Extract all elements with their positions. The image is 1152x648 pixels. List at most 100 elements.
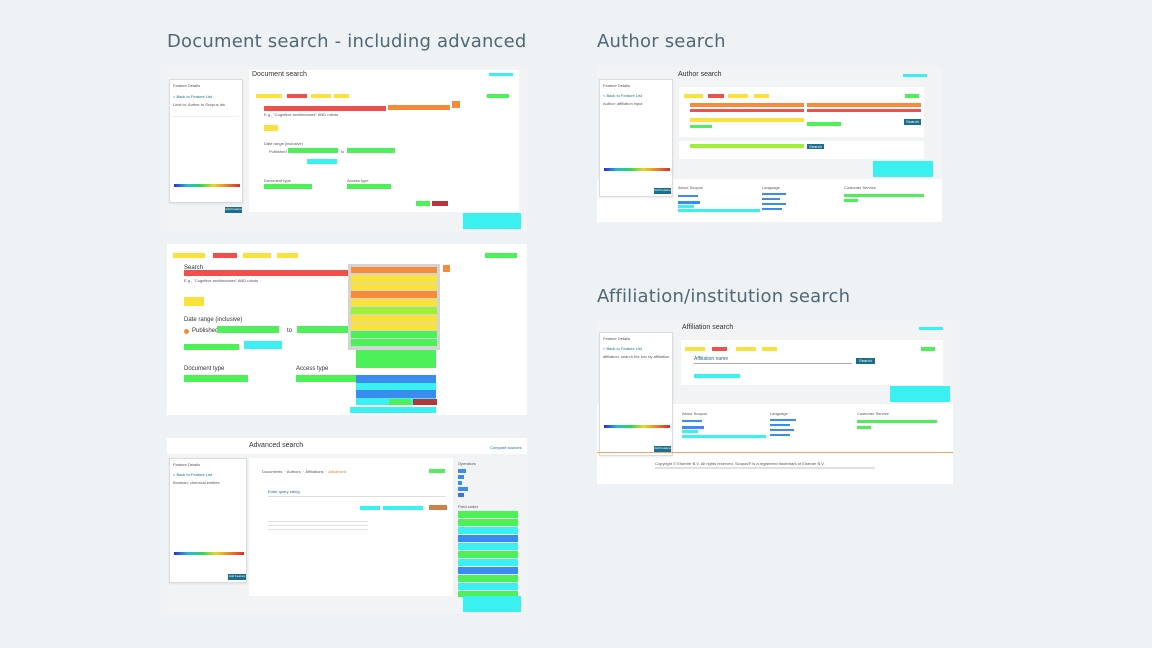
back-link-author[interactable]: < Back to Feature List bbox=[603, 93, 642, 98]
orcid-search-button[interactable]: Search bbox=[807, 144, 824, 149]
affiliation-search-heading: Affiliation/institution search bbox=[597, 286, 851, 307]
search-tips[interactable] bbox=[487, 94, 509, 98]
date-select-zoom[interactable] bbox=[244, 341, 282, 349]
back-link[interactable]: < Back to Feature List bbox=[173, 94, 212, 99]
date-from-zoom[interactable] bbox=[217, 326, 279, 333]
author-search-button[interactable]: Search bbox=[904, 119, 921, 125]
query-examples bbox=[268, 518, 368, 532]
last-name-input[interactable] bbox=[690, 103, 804, 107]
language-label-aff: Language bbox=[770, 411, 788, 416]
back-link-aff[interactable]: < Back to Feature List bbox=[603, 346, 642, 351]
document-search-title: Document search bbox=[252, 71, 307, 78]
tab-documents-aff[interactable] bbox=[685, 347, 705, 351]
outline-button[interactable] bbox=[360, 506, 380, 510]
search-tips-adv[interactable] bbox=[429, 469, 445, 473]
affiliation-input[interactable] bbox=[690, 118, 804, 122]
tab-authors-aff[interactable] bbox=[712, 347, 727, 351]
access-option-5[interactable] bbox=[350, 407, 436, 413]
feedback-badge[interactable] bbox=[463, 213, 521, 229]
adv-tab-authors[interactable]: Authors bbox=[287, 469, 301, 474]
document-search-screenshot: Feature Details < Back to Feature List L… bbox=[167, 67, 527, 232]
date-from[interactable] bbox=[288, 148, 338, 153]
adv-tab-documents[interactable]: Documents bbox=[262, 469, 282, 474]
tab-authors-author[interactable] bbox=[708, 94, 724, 98]
back-link-adv[interactable]: < Back to Feature List bbox=[173, 472, 212, 477]
compare-link-author[interactable] bbox=[903, 74, 927, 77]
add-field-author[interactable] bbox=[690, 125, 712, 128]
tab-advanced-aff[interactable] bbox=[762, 347, 777, 351]
search-tips-zoom[interactable] bbox=[485, 253, 517, 258]
date-to[interactable] bbox=[347, 148, 395, 153]
feedback-badge-author[interactable] bbox=[873, 161, 933, 177]
orcid-link[interactable] bbox=[807, 122, 841, 126]
search-hint-zoom: E.g., "Cognitive architectures" AND robo… bbox=[184, 278, 259, 283]
tab-authors[interactable] bbox=[287, 94, 307, 98]
author-search-heading: Author search bbox=[597, 31, 726, 52]
query-input[interactable]: Enter query string bbox=[268, 489, 300, 494]
doctype-option-1[interactable] bbox=[356, 350, 436, 360]
first-name-line bbox=[807, 109, 921, 112]
compare-link[interactable] bbox=[489, 73, 513, 76]
affiliation-search-button[interactable]: Search bbox=[856, 358, 875, 364]
document-search-heading: Document search - including advanced bbox=[167, 31, 527, 52]
search-field[interactable] bbox=[264, 106, 386, 111]
tab-documents[interactable] bbox=[256, 94, 282, 98]
add-field-button[interactable] bbox=[452, 101, 460, 108]
access-option-3[interactable] bbox=[356, 390, 436, 398]
advanced-search-title: Advanced search bbox=[249, 442, 304, 449]
author-search-title: Author search bbox=[678, 71, 722, 78]
tab-affiliations[interactable] bbox=[311, 94, 331, 98]
doctype-option-2[interactable] bbox=[356, 360, 436, 368]
search-button-zoom[interactable] bbox=[413, 399, 437, 405]
compare-sources-link[interactable]: Compare sources bbox=[490, 445, 522, 450]
access-type-select-zoom[interactable] bbox=[296, 375, 360, 382]
tab-documents-zoom[interactable] bbox=[173, 253, 205, 258]
feature-details-panel-adv: Feature Details < Back to Feature List B… bbox=[169, 458, 247, 583]
search-tips-author[interactable] bbox=[905, 94, 919, 98]
tab-documents-author[interactable] bbox=[684, 94, 703, 98]
add-field-button-zoom[interactable] bbox=[443, 265, 450, 272]
access-option-1[interactable] bbox=[356, 375, 436, 383]
document-type-select-zoom[interactable] bbox=[184, 375, 248, 382]
first-name-input[interactable] bbox=[807, 103, 921, 107]
tab-advanced-zoom[interactable] bbox=[277, 253, 298, 258]
document-type-select[interactable] bbox=[264, 184, 312, 189]
reset-button-zoom[interactable] bbox=[389, 399, 411, 405]
add-feature-button[interactable]: Add Feature bbox=[225, 207, 242, 213]
add-feature-button-adv[interactable]: Add Feature bbox=[228, 574, 246, 580]
tab-affiliations-aff[interactable] bbox=[736, 347, 756, 351]
tab-advanced-author[interactable] bbox=[754, 94, 769, 98]
adv-tab-affiliations[interactable]: Affiliations bbox=[305, 469, 323, 474]
access-type-select[interactable] bbox=[347, 184, 391, 189]
tab-affiliations-zoom[interactable] bbox=[243, 253, 271, 258]
add-author-button[interactable] bbox=[383, 506, 423, 510]
tab-affiliations-author[interactable] bbox=[728, 94, 748, 98]
adv-search-button[interactable] bbox=[429, 505, 447, 510]
field-codes-list[interactable] bbox=[458, 511, 518, 597]
feedback-badge-aff[interactable] bbox=[890, 386, 950, 402]
orcid-input[interactable] bbox=[690, 144, 804, 148]
added-to-scopus-zoom[interactable] bbox=[184, 344, 239, 350]
tab-authors-zoom[interactable] bbox=[213, 253, 237, 258]
published-radio[interactable] bbox=[184, 329, 189, 334]
add-search-field[interactable] bbox=[264, 125, 278, 131]
field-select[interactable] bbox=[388, 105, 450, 110]
add-feature-button-author[interactable]: Add Feature bbox=[654, 188, 671, 194]
field-dropdown[interactable] bbox=[348, 264, 440, 350]
affiliation-name-input[interactable]: Affiliation name bbox=[694, 356, 728, 362]
added-to-scopus[interactable] bbox=[307, 159, 337, 164]
affiliation-hint-link[interactable] bbox=[694, 374, 740, 378]
date-to-zoom[interactable] bbox=[297, 326, 355, 333]
reset-button[interactable] bbox=[416, 201, 430, 206]
published-label: Published bbox=[269, 149, 287, 154]
access-option-2[interactable] bbox=[356, 383, 436, 390]
adv-tab-advanced[interactable]: Advanced bbox=[328, 469, 346, 474]
search-tips-aff[interactable] bbox=[921, 347, 935, 351]
feedback-badge-adv[interactable] bbox=[463, 596, 521, 612]
search-button[interactable] bbox=[432, 201, 448, 206]
compare-link-aff[interactable] bbox=[919, 327, 943, 330]
add-search-field-zoom[interactable] bbox=[184, 297, 204, 306]
tab-advanced[interactable] bbox=[334, 94, 349, 98]
search-field-zoom[interactable] bbox=[184, 270, 352, 276]
published-label-zoom: Published bbox=[192, 328, 219, 334]
